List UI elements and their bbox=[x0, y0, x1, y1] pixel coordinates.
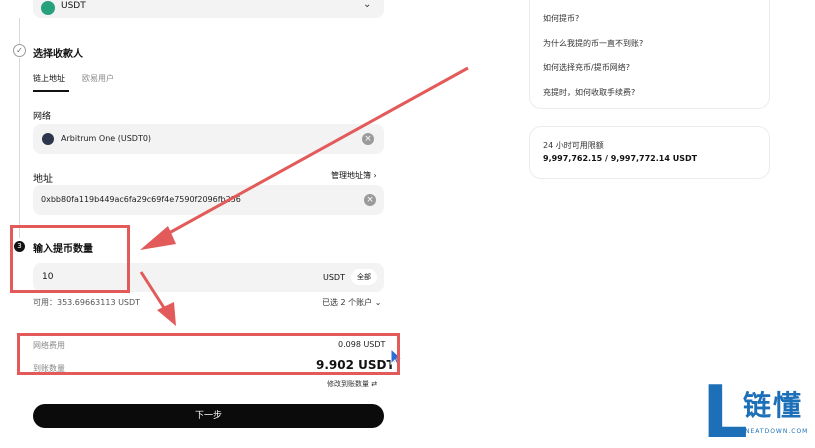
brand-url: NEATDOWN.COM bbox=[745, 428, 809, 435]
limit-card bbox=[529, 126, 770, 179]
watermark-logo: L 链懂 NEATDOWN.COM bbox=[702, 370, 814, 448]
faq-link[interactable]: 如何提币? bbox=[543, 13, 579, 24]
limit-value: 9,997,762.15 / 9,997,772.14 USDT bbox=[543, 154, 698, 163]
limit-title: 24 小时可用限额 bbox=[543, 141, 604, 150]
logo-l-icon: L bbox=[702, 370, 748, 448]
faq-link[interactable]: 充提时，如何收取手续费? bbox=[543, 87, 635, 98]
faq-link[interactable]: 为什么我提的币一直不到账? bbox=[543, 38, 643, 49]
faq-link[interactable]: 如何选择充币/提币网络? bbox=[543, 62, 630, 73]
brand-name: 链懂 bbox=[743, 389, 804, 422]
